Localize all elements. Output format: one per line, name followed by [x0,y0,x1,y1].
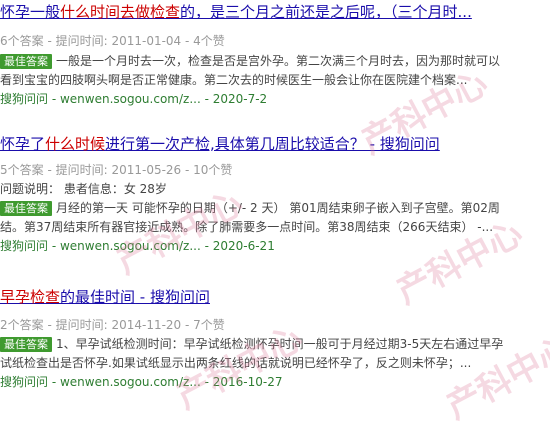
title-highlight: 早孕检查 [0,288,61,306]
result-meta: 6个答案 - 提问时间: 2011-01-04 - 4个赞 [0,34,225,48]
best-answer-badge: 最佳答案 [0,54,52,69]
question-desc: 问题说明： 患者信息：女 28岁 [0,182,167,196]
result-url[interactable]: 搜狗问问 - wenwen.sogou.com/z... - 2020-7-2 [0,90,550,109]
title-part: 的最佳时间 [60,288,136,306]
result-title-link[interactable]: 怀孕了什么时候进行第一次产检,具体第几周比较适合？ - 搜狗问问 [0,134,550,154]
answer-line: 结。第37周结束所有器官接近成熟。除了肺需要多一点时间。第38周结束（266天结… [0,220,494,234]
answer-text: 一般是一个月时去一次，检查是否是宫外孕。第二次满三个月时去，因为那时就可以 [56,54,501,68]
title-part: 怀孕了 [0,135,46,153]
result-title-link[interactable]: 早孕检查的最佳时间 - 搜狗问问 [0,287,550,307]
answer-line: 最佳答案 1、早孕试纸检测时间：早孕试纸检测怀孕时间一般可于月经过期3-5天左右通… [0,335,550,354]
answer-line: 最佳答案 一般是一个月时去一次，检查是否是宫外孕。第二次满三个月时去，因为那时就可… [0,52,550,71]
title-highlight: 什么时候 [45,135,106,153]
answer-line: 看到宝宝的四肢啊头啊是否正常健康。第二次去的时候医生一般会让你在医院建个档案..… [0,73,468,87]
result-url[interactable]: 搜狗问问 - wenwen.sogou.com/z... - 2016-10-2… [0,373,550,392]
title-part: - 搜狗问问 [135,288,210,306]
result-title-link[interactable]: 怀孕一般什么时间去做检查的，是三个月之前还是之后呢，（三个月时... [0,2,550,22]
search-result-2: 怀孕了什么时候进行第一次产检,具体第几周比较适合？ - 搜狗问问 5个答案 - … [0,134,550,256]
answer-line: 试纸检查出是否怀孕.如果试纸显示出两条红线的话就说明已经怀孕了，反之则未怀孕；.… [0,356,472,370]
best-answer-badge: 最佳答案 [0,337,52,352]
title-part: 进行第一次产检,具体第几周比较适合？ - 搜狗问问 [105,135,440,153]
title-part: 的，是三个月之前还是之后呢，（三个月时... [180,3,472,21]
search-result-1: 怀孕一般什么时间去做检查的，是三个月之前还是之后呢，（三个月时... 6个答案 … [0,2,550,109]
result-url[interactable]: 搜狗问问 - wenwen.sogou.com/z... - 2020-6-21 [0,237,550,256]
answer-line: 最佳答案 月经的第一天 可能怀孕的日期（+/- 2 天） 第01周结束卵子嵌入到子… [0,199,550,218]
result-meta: 2个答案 - 提问时间: 2014-11-20 - 7个赞 [0,318,225,332]
answer-text: 月经的第一天 可能怀孕的日期（+/- 2 天） 第01周结束卵子嵌入到子宫壁。第… [56,201,500,215]
result-meta: 5个答案 - 提问时间: 2011-05-26 - 10个赞 [0,163,233,177]
search-result-3: 早孕检查的最佳时间 - 搜狗问问 2个答案 - 提问时间: 2014-11-20… [0,287,550,392]
answer-text: 1、早孕试纸检测时间：早孕试纸检测怀孕时间一般可于月经过期3-5天左右通过早孕 [56,337,504,351]
best-answer-badge: 最佳答案 [0,201,52,216]
title-part: 怀孕一般 [0,3,61,21]
title-highlight: 什么时间去做检查 [60,3,181,21]
